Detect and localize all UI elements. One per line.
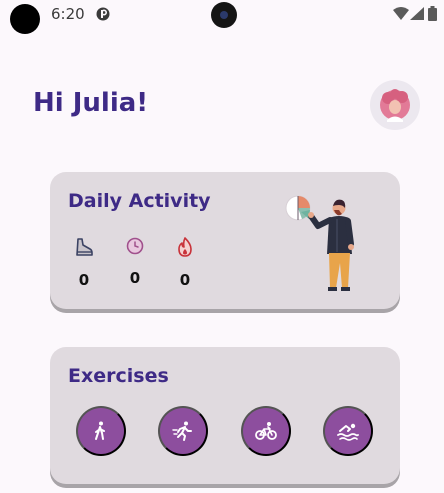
daily-activity-title: Daily Activity — [68, 190, 211, 212]
bike-icon — [255, 422, 277, 440]
greeting-title: Hi Julia! — [33, 88, 149, 118]
shoe-icon — [76, 238, 93, 256]
notification-icon — [96, 7, 110, 21]
flame-icon — [178, 237, 192, 257]
steps-stat: 0 — [64, 237, 104, 289]
front-camera — [211, 2, 237, 28]
walk-button[interactable] — [76, 406, 126, 456]
time-value: 0 — [129, 269, 141, 287]
steps-value: 0 — [78, 271, 90, 289]
status-time: 6:20 — [51, 5, 85, 23]
presenter-illustration — [285, 195, 354, 291]
time-stat: 0 — [115, 237, 155, 287]
camera-cutout — [10, 4, 40, 34]
avatar-illustration — [380, 89, 410, 122]
walk-icon — [95, 421, 105, 440]
avatar[interactable] — [370, 80, 420, 130]
swim-icon — [337, 423, 359, 441]
swim-button[interactable] — [323, 406, 373, 456]
run-button[interactable] — [158, 406, 208, 456]
clock-icon — [126, 237, 144, 255]
battery-icon — [428, 6, 437, 21]
status-bar: 6:20 — [0, 0, 444, 34]
bike-button[interactable] — [241, 406, 291, 456]
calories-value: 0 — [179, 271, 191, 289]
wifi-icon — [393, 7, 409, 20]
signal-icon — [410, 7, 424, 20]
run-icon — [172, 421, 192, 441]
exercises-title: Exercises — [68, 365, 169, 387]
exercises-card: Exercises — [50, 347, 400, 484]
calories-stat: 0 — [165, 237, 205, 289]
daily-activity-card[interactable]: Daily Activity 0 0 0 — [50, 172, 400, 309]
